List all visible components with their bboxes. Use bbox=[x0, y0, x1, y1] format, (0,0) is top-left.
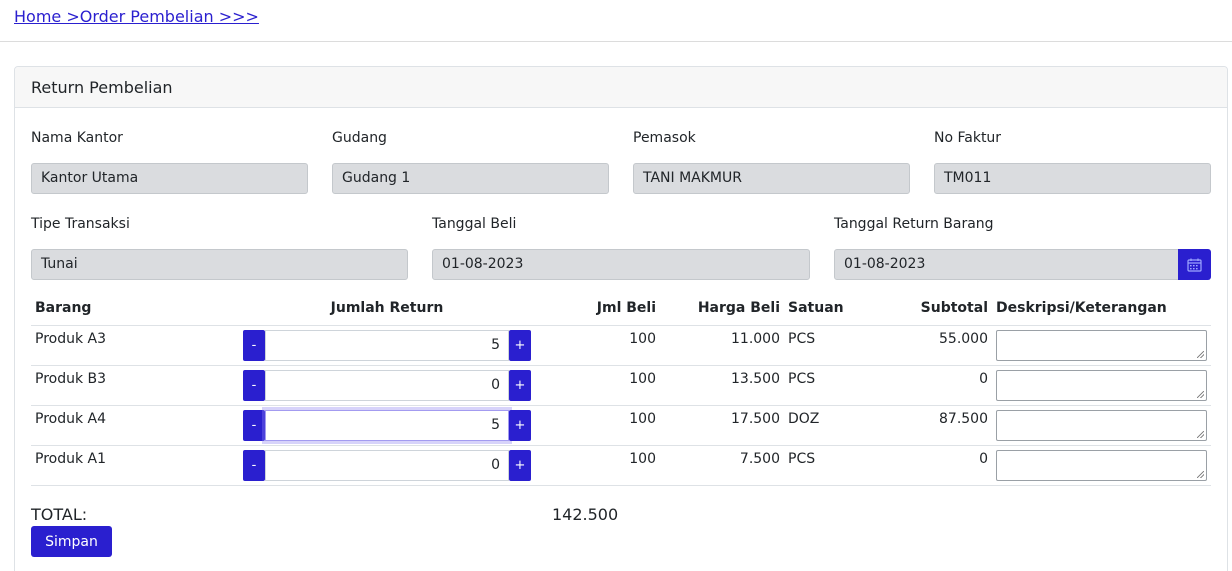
tanggal-beli-label: Tanggal Beli bbox=[432, 216, 517, 232]
breadcrumb[interactable]: Home >Order Pembelian >>> bbox=[14, 7, 259, 26]
total-label: TOTAL: bbox=[31, 505, 88, 524]
col-jumlah-return: Jumlah Return bbox=[330, 300, 444, 316]
increment-button[interactable]: + bbox=[509, 450, 531, 481]
decrement-button[interactable]: - bbox=[243, 410, 265, 441]
cell-harga-beli: 13.500 bbox=[731, 371, 780, 387]
jumlah-return-input[interactable]: 0 bbox=[265, 450, 509, 481]
calendar-icon bbox=[1187, 258, 1202, 272]
col-jml-beli: Jml Beli bbox=[596, 300, 656, 316]
quantity-stepper: - 0 + bbox=[243, 370, 531, 401]
cell-barang: Produk A3 bbox=[35, 331, 107, 347]
cell-barang: Produk B3 bbox=[35, 371, 107, 387]
col-satuan: Satuan bbox=[788, 300, 844, 316]
tanggal-return-label: Tanggal Return Barang bbox=[834, 216, 994, 232]
row-divider bbox=[31, 365, 1211, 366]
jumlah-return-input[interactable]: 5 bbox=[265, 410, 509, 441]
row-divider bbox=[31, 485, 1211, 486]
col-deskripsi: Deskripsi/Keterangan bbox=[996, 300, 1167, 316]
no-faktur-field: TM011 bbox=[934, 163, 1211, 194]
cell-subtotal: 87.500 bbox=[939, 411, 988, 427]
col-harga-beli: Harga Beli bbox=[697, 300, 780, 316]
tipe-transaksi-label: Tipe Transaksi bbox=[31, 216, 130, 232]
quantity-stepper: - 5 + bbox=[243, 330, 531, 361]
increment-button[interactable]: + bbox=[509, 330, 531, 361]
cell-subtotal: 0 bbox=[979, 371, 988, 387]
nama-kantor-field: Kantor Utama bbox=[31, 163, 308, 194]
cell-barang: Produk A4 bbox=[35, 411, 107, 427]
tanggal-beli-field: 01-08-2023 bbox=[432, 249, 810, 280]
jumlah-return-input[interactable]: 5 bbox=[265, 330, 509, 361]
pemasok-label: Pemasok bbox=[633, 130, 696, 146]
quantity-stepper: - 0 + bbox=[243, 450, 531, 481]
cell-harga-beli: 7.500 bbox=[739, 451, 780, 467]
deskripsi-textarea[interactable] bbox=[996, 450, 1207, 481]
decrement-button[interactable]: - bbox=[243, 370, 265, 401]
decrement-button[interactable]: - bbox=[243, 450, 265, 481]
gudang-field: Gudang 1 bbox=[332, 163, 609, 194]
tipe-transaksi-field: Tunai bbox=[31, 249, 408, 280]
cell-harga-beli: 17.500 bbox=[731, 411, 780, 427]
cell-satuan: PCS bbox=[788, 371, 816, 387]
increment-button[interactable]: + bbox=[509, 410, 531, 441]
deskripsi-textarea[interactable] bbox=[996, 330, 1207, 361]
tanggal-return-field[interactable]: 01-08-2023 bbox=[834, 249, 1179, 280]
pemasok-field: TANI MAKMUR bbox=[633, 163, 910, 194]
cell-satuan: PCS bbox=[788, 451, 816, 467]
no-faktur-label: No Faktur bbox=[934, 130, 1002, 146]
col-barang: Barang bbox=[35, 300, 92, 316]
cell-satuan: PCS bbox=[788, 331, 816, 347]
cell-harga-beli: 11.000 bbox=[731, 331, 780, 347]
quantity-stepper: - 5 + bbox=[243, 410, 531, 441]
cell-barang: Produk A1 bbox=[35, 451, 107, 467]
cell-jml-beli: 100 bbox=[629, 451, 656, 467]
card-title: Return Pembelian bbox=[15, 67, 1227, 108]
save-button[interactable]: Simpan bbox=[31, 526, 112, 557]
row-divider bbox=[31, 405, 1211, 406]
deskripsi-textarea[interactable] bbox=[996, 410, 1207, 441]
return-pembelian-card: Return Pembelian bbox=[14, 66, 1228, 571]
decrement-button[interactable]: - bbox=[243, 330, 265, 361]
cell-jml-beli: 100 bbox=[629, 331, 656, 347]
row-divider bbox=[31, 445, 1211, 446]
increment-button[interactable]: + bbox=[509, 370, 531, 401]
divider bbox=[0, 41, 1232, 42]
cell-jml-beli: 100 bbox=[629, 371, 656, 387]
gudang-label: Gudang bbox=[332, 130, 387, 146]
total-value: 142.500 bbox=[552, 505, 619, 524]
nama-kantor-label: Nama Kantor bbox=[31, 130, 123, 146]
calendar-button[interactable] bbox=[1178, 249, 1211, 280]
cell-subtotal: 55.000 bbox=[939, 331, 988, 347]
table-divider bbox=[31, 325, 1211, 326]
col-subtotal: Subtotal bbox=[920, 300, 988, 316]
cell-subtotal: 0 bbox=[979, 451, 988, 467]
jumlah-return-input[interactable]: 0 bbox=[265, 370, 509, 401]
cell-satuan: DOZ bbox=[788, 411, 820, 427]
deskripsi-textarea[interactable] bbox=[996, 370, 1207, 401]
cell-jml-beli: 100 bbox=[629, 411, 656, 427]
